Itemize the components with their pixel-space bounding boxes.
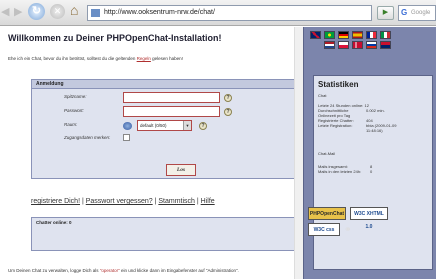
stat-value: 0.002 min. — [366, 108, 385, 113]
register-link[interactable]: registriere Dich! — [31, 198, 80, 205]
room-help-icon[interactable]: ? — [199, 122, 207, 130]
address-bar[interactable]: http://www.ooksentrum-nrw.de/chat/ — [87, 5, 372, 21]
page-title: Willkommen zu Deiner PHPOpenChat-Install… — [8, 33, 222, 43]
password-label: Passwort: — [64, 108, 84, 113]
google-search-icon: G — [401, 8, 408, 17]
home-icon[interactable]: ⌂ — [70, 3, 78, 17]
room-select-value: default (0/50) — [140, 123, 167, 128]
password-help-icon[interactable]: ? — [224, 108, 232, 116]
room-select[interactable]: default (0/50) ▼ — [137, 120, 192, 131]
flag-netherlands-icon[interactable] — [324, 41, 335, 49]
address-bar-url: http://www.ooksentrum-nrw.de/chat/ — [104, 9, 215, 16]
flag-germany-icon[interactable] — [338, 31, 349, 39]
flag-italy-icon[interactable] — [380, 31, 391, 39]
flag-uk-icon[interactable] — [310, 31, 321, 39]
scrollbar[interactable] — [294, 27, 303, 279]
regulars-link[interactable]: Stammtisch — [158, 198, 195, 205]
w3c-css-badge[interactable]: W3C css — [308, 223, 340, 236]
main-content: Willkommen zu Deiner PHPOpenChat-Install… — [0, 27, 303, 279]
w3c-xhtml-badge[interactable]: W3C XHTML 1.0 — [350, 207, 388, 230]
site-favicon-icon — [91, 9, 100, 17]
online-users-box: Chatter online: 0 — [31, 217, 301, 251]
search-box[interactable]: G Google — [398, 5, 436, 21]
nickname-help-icon[interactable]: ? — [224, 94, 232, 102]
online-count: Chatter online: 0 — [36, 220, 72, 225]
mail-label: Chat-Mail — [318, 151, 336, 156]
flag-other-icon[interactable] — [380, 41, 391, 49]
statistics-title: Statistiken — [318, 80, 359, 89]
stat-row: Letzte Registration: bbia (2009-01-09 — [318, 123, 396, 128]
phpopenchat-badge[interactable]: PHPOpenChat — [308, 207, 346, 220]
help-link[interactable]: Hilfe — [201, 198, 215, 205]
admin-help-text: Um Deinen Chat zu verwalten, logge Dich … — [8, 268, 278, 274]
nav-links: registriere Dich! | Passwort vergessen? … — [31, 198, 215, 205]
stat-label: Mails in den letzten 24h: — [318, 169, 362, 174]
flag-france-icon[interactable] — [366, 31, 377, 39]
nickname-label: Spitzname: — [64, 94, 87, 99]
forgot-password-link[interactable]: Passwort vergessen? — [86, 198, 153, 205]
stat-value: 11:48:16) — [366, 128, 383, 133]
login-submit-button[interactable]: Los — [166, 164, 196, 176]
search-placeholder: Google — [411, 10, 431, 16]
login-form: Anmeldung Spitzname: ? Passwort: ? Raum:… — [31, 79, 301, 179]
flag-spain-icon[interactable] — [352, 31, 363, 39]
room-globe-icon — [123, 122, 132, 130]
password-input[interactable] — [123, 106, 220, 117]
intro-text-before: Ehe ich ein Chat, bevor du ihn betrittst… — [8, 56, 136, 61]
language-flags — [308, 31, 434, 51]
flag-denmark-icon[interactable] — [352, 41, 363, 49]
browser-toolbar: ◀ ▶ ↻ ✕ ⌂ http://www.ooksentrum-nrw.de/c… — [0, 0, 436, 26]
chevron-down-icon: ▼ — [183, 121, 191, 130]
nickname-input[interactable] — [123, 92, 220, 103]
flag-russia-icon[interactable] — [366, 41, 377, 49]
back-arrow-icon[interactable]: ◀ — [1, 5, 9, 19]
chat-label: Chat — [318, 93, 327, 98]
admin-help-operator: "operator" — [99, 268, 120, 273]
remember-label: Zugangsdaten merken: — [64, 135, 111, 140]
statistics-panel: Statistiken Chat Letzte 24 Stunden onlin… — [313, 75, 433, 270]
go-button[interactable]: ▶ — [377, 6, 394, 20]
stat-value: 0 — [370, 169, 373, 174]
intro-text-after: gelesen haben! — [152, 56, 183, 61]
room-label: Raum: — [64, 122, 78, 127]
admin-help-text-1: Um Deinen Chat zu verwalten, logge Dich … — [8, 268, 99, 273]
sidebar: Statistiken Chat Letzte 24 Stunden onlin… — [303, 27, 436, 279]
forward-arrow-icon[interactable]: ▶ — [14, 5, 22, 19]
stat-label: Letzte Registration: — [318, 123, 353, 128]
remember-checkbox[interactable] — [123, 134, 130, 141]
intro-text: Ehe ich ein Chat, bevor du ihn betrittst… — [8, 56, 183, 61]
stop-icon[interactable]: ✕ — [50, 4, 65, 19]
rules-link[interactable]: Regeln — [137, 56, 151, 61]
flag-poland-icon[interactable] — [338, 41, 349, 49]
reload-icon[interactable]: ↻ — [28, 3, 45, 20]
link-chain-icon: ⚭ — [344, 224, 352, 234]
stat-row: Mails in den letzten 24h: 0 — [318, 169, 372, 174]
admin-help-text-2: ein und klicke dann im Eingabefenster au… — [121, 268, 239, 273]
flag-brazil-icon[interactable] — [324, 31, 335, 39]
login-header: Anmeldung — [32, 80, 300, 89]
